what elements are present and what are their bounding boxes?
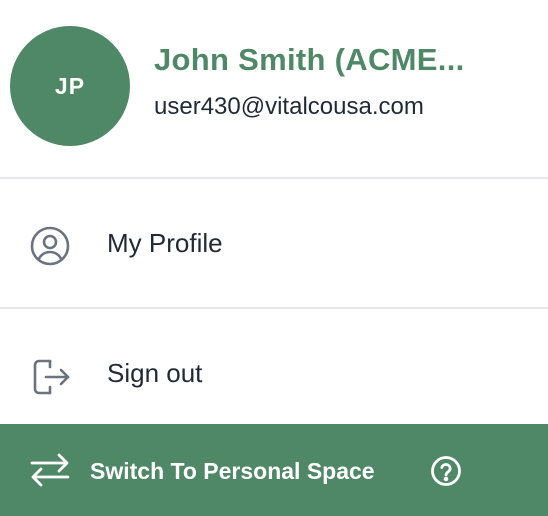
avatar-initials: JP bbox=[54, 72, 86, 99]
avatar: JP bbox=[10, 26, 130, 146]
sign-out-menu-item[interactable]: Sign out bbox=[0, 309, 548, 424]
sign-out-label: Sign out bbox=[107, 358, 203, 388]
account-menu: JP John Smith (ACME... user430@vitalcous… bbox=[0, 0, 548, 516]
sign-out-icon bbox=[33, 359, 70, 395]
help-circle-icon[interactable] bbox=[430, 455, 462, 487]
profile-header: JP John Smith (ACME... user430@vitalcous… bbox=[0, 0, 548, 179]
user-name: John Smith (ACME... bbox=[154, 42, 465, 77]
switch-space-button[interactable]: Switch To Personal Space bbox=[0, 424, 548, 516]
my-profile-menu-item[interactable]: My Profile bbox=[0, 179, 548, 309]
switch-space-label: Switch To Personal Space bbox=[90, 458, 375, 484]
my-profile-label: My Profile bbox=[107, 228, 223, 258]
user-circle-icon bbox=[30, 226, 70, 266]
swap-arrows-icon bbox=[30, 453, 70, 487]
user-email: user430@vitalcousa.com bbox=[154, 93, 424, 120]
